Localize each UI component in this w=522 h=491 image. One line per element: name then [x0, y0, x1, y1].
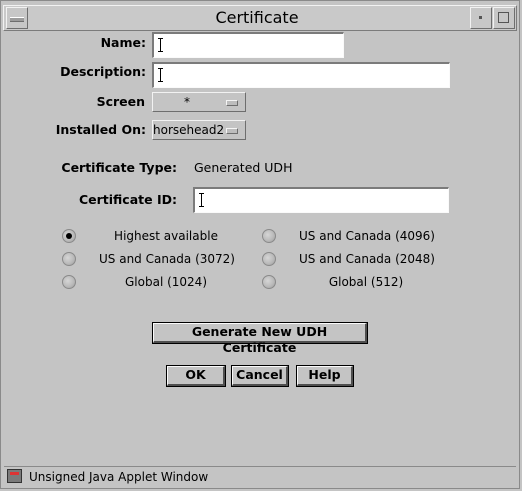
installed-on-select-value: horsehead2 — [153, 123, 225, 137]
chevron-down-icon — [226, 128, 238, 134]
radio-us-canada-3072[interactable] — [62, 252, 76, 266]
radio-label-global-512: Global (512) — [328, 275, 404, 289]
description-field[interactable] — [152, 62, 450, 88]
radio-highest-available[interactable] — [62, 229, 76, 243]
screen-label: Screen — [96, 94, 145, 109]
certificate-type-value: Generated UDH — [194, 160, 293, 175]
certificate-type-label: Certificate Type: — [61, 160, 177, 175]
radio-label-global-1024: Global (1024) — [125, 275, 207, 289]
screen-select[interactable]: * — [152, 92, 246, 112]
radio-global-512[interactable] — [262, 275, 276, 289]
generate-certificate-button[interactable]: Generate New UDH Certificate — [153, 323, 367, 355]
description-label: Description: — [60, 64, 146, 79]
radio-label-us-canada-3072: US and Canada (3072) — [99, 252, 235, 266]
text-cursor-icon — [199, 193, 204, 207]
name-label: Name: — [100, 35, 146, 50]
radio-label-us-canada-4096: US and Canada (4096) — [299, 229, 435, 243]
installed-on-select[interactable]: horsehead2 — [152, 120, 246, 140]
minimize-icon[interactable] — [470, 7, 492, 29]
status-text: Unsigned Java Applet Window — [29, 470, 209, 484]
screen-select-value: * — [184, 95, 190, 109]
java-applet-icon — [7, 469, 22, 483]
text-cursor-icon — [158, 38, 163, 52]
maximize-icon[interactable] — [493, 7, 515, 29]
installed-on-label: Installed On: — [55, 122, 146, 137]
radio-us-canada-2048[interactable] — [262, 252, 276, 266]
radio-label-highest-available: Highest available — [114, 229, 218, 243]
radio-global-1024[interactable] — [62, 275, 76, 289]
cancel-button[interactable]: Cancel — [232, 366, 288, 386]
radio-us-canada-4096[interactable] — [262, 229, 276, 243]
ok-button[interactable]: OK — [167, 366, 225, 386]
radio-label-us-canada-2048: US and Canada (2048) — [299, 252, 435, 266]
chevron-down-icon — [226, 100, 238, 106]
certificate-id-label: Certificate ID: — [78, 192, 177, 207]
window-title: Certificate — [215, 8, 299, 27]
help-button[interactable]: Help — [297, 366, 353, 386]
certificate-id-field[interactable] — [193, 187, 449, 213]
name-field[interactable] — [152, 32, 344, 58]
text-cursor-icon — [158, 68, 163, 82]
